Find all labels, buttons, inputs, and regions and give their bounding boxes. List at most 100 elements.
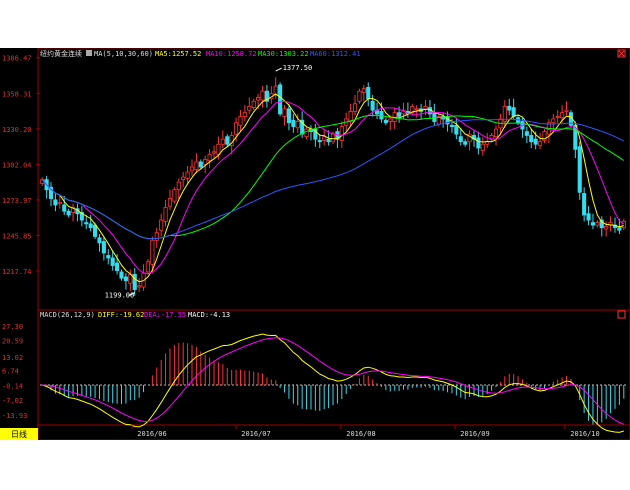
candle-body [560,112,565,119]
candle-body [476,137,481,149]
candle-body [137,285,142,288]
x-tick-label: 2016/09 [460,430,490,438]
candle-body [524,131,529,136]
candle-body [423,105,428,110]
max-price-label: 1377.50 [283,64,313,72]
candle-body [57,201,62,205]
candle-body [216,143,221,155]
legend-diff: DIFF:-19.62 [98,311,144,319]
candle-body [330,133,336,143]
candle-body [348,110,353,122]
candle-body [220,138,225,145]
chart-title: 纽约黄金连续 [40,49,82,58]
candle-body [211,151,217,154]
period-button[interactable]: 日线 [11,429,27,439]
candle-body [101,241,106,254]
candle-body [529,135,534,143]
candle-body [295,121,300,129]
candle-body [357,90,362,102]
candle-body [538,141,543,146]
x-tick-label: 2016/08 [346,430,376,438]
candle-body [53,199,58,206]
macd-tick-label: 13.02 [2,354,23,362]
candle-body [123,276,128,282]
legend-macd: MACD:-4.13 [188,311,230,319]
candle-body [198,161,203,168]
candle-body [286,108,291,124]
macd-title: MACD(26,12,9) [40,311,95,319]
candle-body [317,140,322,143]
candle-body [366,86,371,100]
candle-body [586,213,591,221]
ma10-line [41,100,625,275]
indicator-icon[interactable] [86,50,92,56]
candle-body [352,103,358,112]
candle-body [247,105,252,111]
candle-body [84,222,89,225]
chart-svg: 纽约黄金连续 MA(5,10,30,60) MA5:1257.52 MA10:1… [0,47,630,441]
candle-body [397,112,402,117]
candle-body [304,128,309,138]
candle-body [176,181,181,191]
candle-body [590,222,596,226]
candle-body [370,100,375,111]
candle-body [379,110,384,120]
candle-body [383,119,388,124]
price-tick-label: 1217.74 [2,268,32,276]
candle-body [167,198,173,207]
candle-body [242,112,247,117]
candle-body [159,219,164,231]
candle-body [225,136,230,145]
candle-body [66,210,71,216]
candle-body [432,112,437,122]
candle-body [154,232,159,241]
candle-body [533,138,538,145]
candle-body [93,224,98,237]
legend-ma60: MA60:1312.41 [310,50,361,58]
candle-body [388,118,393,122]
candle-body [414,108,419,111]
candle-body [150,239,155,265]
candle-body [480,143,485,151]
price-tick-label: 1273.97 [2,197,32,205]
candle-body [507,105,512,111]
candle-body [551,118,556,124]
candle-body [339,126,344,141]
candle-body [260,90,265,101]
candle-body [621,220,626,229]
price-tick-label: 1358.31 [2,90,32,98]
x-tick-label: 2016/06 [137,430,167,438]
candle-body [88,223,93,229]
diff-line [42,333,624,433]
candle-body [361,88,366,93]
candle-body [238,116,243,126]
macd-tick-label: -13.93 [2,412,27,420]
candle-body [62,204,67,212]
close-macd-icon[interactable] [617,310,626,319]
legend-dea: DEA:-17.55 [144,311,186,319]
candle-body [595,222,600,226]
candle-body [189,166,195,172]
candle-body [449,124,455,127]
legend-ma30: MA30:1303.22 [258,50,309,58]
candle-body [256,97,261,101]
macd-tick-label: 20.59 [2,337,23,345]
candle-body [511,107,516,117]
price-tick-label: 1302.04 [2,161,32,169]
ma5-line [41,93,624,283]
candle-body [291,119,296,127]
candle-body [97,237,102,244]
macd-tick-label: 6.74 [2,367,19,375]
x-tick-label: 2016/10 [570,430,600,438]
candle-body [115,262,120,272]
candle-body [493,128,499,138]
candle-body [163,207,168,222]
candle-body [577,146,582,193]
candle-body [145,261,150,273]
candle-body [203,159,208,165]
legend-ma10: MA10:1258.72 [206,50,257,58]
candle-body [234,122,239,135]
macd-tick-label: -7.02 [2,397,23,405]
candle-body [110,257,115,266]
chart-frame: 纽约黄金连续 MA(5,10,30,60) MA5:1257.52 MA10:1… [0,47,630,441]
